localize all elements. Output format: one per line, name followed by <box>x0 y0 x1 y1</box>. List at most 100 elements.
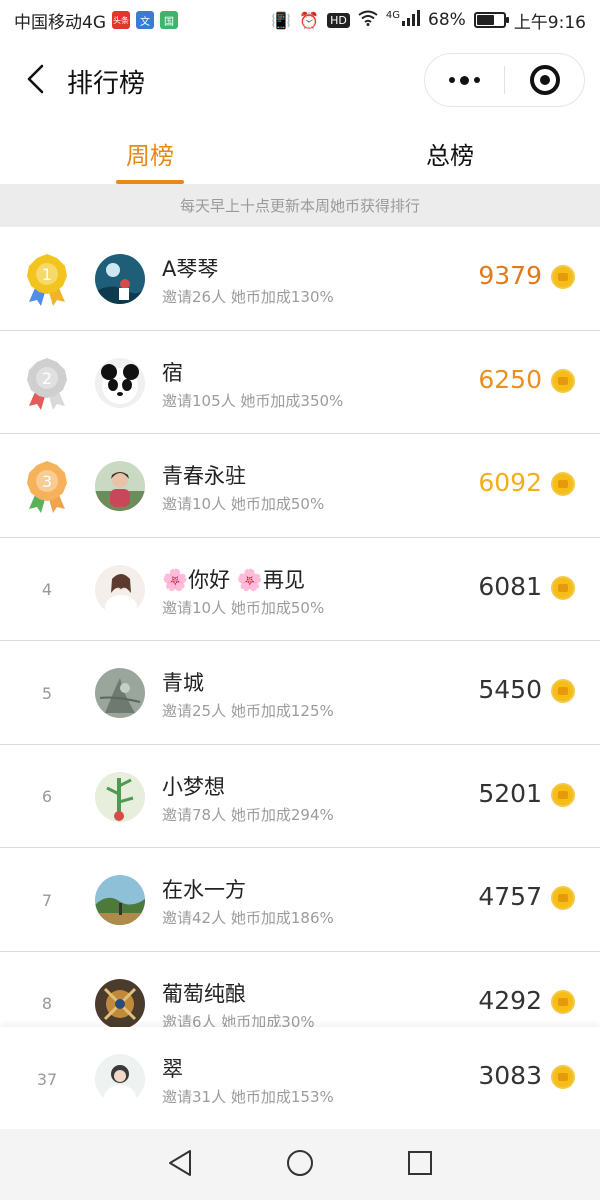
app-badge-icon: 头条 <box>112 11 130 29</box>
carrier-label: 中国移动4G <box>14 12 106 33</box>
wifi-icon <box>358 10 378 30</box>
score: 6081 <box>478 571 542 601</box>
system-back-button[interactable] <box>160 1145 200 1185</box>
back-button[interactable] <box>20 64 50 98</box>
avatar <box>95 978 145 1027</box>
clock: 上午9:16 <box>513 12 586 33</box>
vibrate-icon: 📳 <box>271 10 292 30</box>
coin-icon <box>551 368 575 393</box>
ranking-row[interactable]: 5 青城邀请25人 她币加成125% 5450 <box>0 641 600 745</box>
avatar <box>95 461 145 511</box>
navigation-bar: 排行榜 <box>0 40 600 122</box>
coin-icon <box>551 472 575 496</box>
signal-icon <box>402 9 421 31</box>
battery-icon <box>473 12 509 28</box>
score: 5450 <box>478 675 542 704</box>
coin-icon <box>551 679 575 703</box>
more-button[interactable] <box>425 54 504 106</box>
avatar <box>95 254 145 304</box>
circle-home-icon <box>286 1149 314 1181</box>
invite-detail: 邀请42人 她币加成186% <box>162 909 334 927</box>
my-rank-row[interactable]: 37 翠 邀请31人 她币加成153% 3083 <box>0 1027 600 1129</box>
score: 9379 <box>478 261 542 290</box>
avatar <box>95 668 145 718</box>
user-name: 葡萄纯酿 <box>162 981 246 1006</box>
score: 6092 <box>478 468 542 497</box>
invite-detail: 邀请25人 她币加成125% <box>162 702 334 720</box>
tab-weekly[interactable]: 周榜 <box>0 122 300 184</box>
rank-number: 8 <box>41 994 53 1013</box>
status-bar: 中国移动4G 头条 文 国 📳 ⏰ HD 4G 68% 上午9:16 <box>0 0 600 40</box>
coin-icon <box>551 1065 575 1089</box>
network-type: 4G <box>385 9 401 21</box>
rank-number: 7 <box>41 890 53 910</box>
tab-total[interactable]: 总榜 <box>300 122 600 184</box>
ranking-row[interactable]: 7 在水一方邀请42人 她币加成186% 4757 <box>0 848 600 952</box>
invite-detail: 邀请26人 她币加成130% <box>162 288 334 306</box>
rank-number: 2 <box>42 369 52 388</box>
close-miniprogram-button[interactable] <box>505 54 584 106</box>
user-name: A琴琴 <box>162 257 219 281</box>
triangle-back-icon <box>167 1149 193 1181</box>
ranking-tabs: 周榜 总榜 <box>0 122 600 184</box>
square-recents-icon <box>407 1150 433 1180</box>
ranking-list[interactable]: 1 A琴琴邀请26人 她币加成130% 9379 2 宿邀请105人 她币加成350% 6… <box>0 227 600 1027</box>
score: 3083 <box>478 1061 542 1090</box>
page-title: 排行榜 <box>67 69 146 99</box>
more-icon <box>449 75 480 85</box>
avatar <box>95 875 145 925</box>
score: 6250 <box>478 364 542 394</box>
invite-detail: 邀请78人 她币加成294% <box>162 805 334 824</box>
user-name: 宿 <box>162 360 183 385</box>
avatar <box>95 771 145 822</box>
coin-icon <box>551 575 575 600</box>
invite-detail: 邀请10人 她币加成50% <box>162 495 325 513</box>
target-icon <box>529 65 560 95</box>
medal-icon: 1 <box>22 253 72 306</box>
ranking-row[interactable]: 1 A琴琴邀请26人 她币加成130% 9379 <box>0 227 600 331</box>
miniprogram-capsule <box>424 53 585 107</box>
ranking-row[interactable]: 4 🌸你好 🌸再见邀请10人 她币加成50% 6081 <box>0 537 600 641</box>
app-badge-icon: 文 <box>136 11 154 29</box>
invite-detail: 邀请105人 她币加成350% <box>162 391 344 410</box>
app-badge-icon: 国 <box>160 11 178 29</box>
user-name: 小梦想 <box>162 774 225 799</box>
user-name: 在水一方 <box>162 878 246 902</box>
coin-icon <box>551 265 575 289</box>
coin-icon <box>551 886 575 910</box>
invite-detail: 邀请31人 她币加成153% <box>162 1088 334 1106</box>
user-name: 翠 <box>162 1057 183 1081</box>
system-navigation-bar <box>0 1129 600 1200</box>
invite-detail: 邀请6人 她币加成30% <box>162 1012 315 1028</box>
rank-number: 6 <box>41 787 53 806</box>
avatar <box>95 1054 145 1104</box>
hd-icon: HD <box>327 12 350 28</box>
user-name: 青城 <box>162 671 204 695</box>
ranking-row[interactable]: 8 葡萄纯酿邀请6人 她币加成30% 4292 <box>0 951 600 1028</box>
score: 4292 <box>478 985 542 1015</box>
system-recents-button[interactable] <box>400 1145 440 1185</box>
avatar <box>95 357 145 408</box>
medal-icon: 3 <box>22 460 72 513</box>
ranking-row[interactable]: 3 青春永驻邀请10人 她币加成50% 6092 <box>0 434 600 538</box>
coin-icon <box>551 989 575 1014</box>
rank-number: 1 <box>42 265 52 284</box>
score: 4757 <box>478 882 542 911</box>
chevron-left-icon <box>26 64 44 98</box>
alarm-icon: ⏰ <box>299 10 320 30</box>
invite-detail: 邀请10人 她币加成50% <box>162 598 325 617</box>
user-name: 青春永驻 <box>162 464 246 488</box>
medal-icon: 2 <box>22 357 72 410</box>
avatar <box>95 564 145 615</box>
rank-number: 3 <box>42 472 52 491</box>
score: 5201 <box>478 778 542 808</box>
ranking-row[interactable]: 2 宿邀请105人 她币加成350% 6250 <box>0 330 600 434</box>
user-name: 🌸你好 🌸再见 <box>162 567 305 592</box>
rank-number: 4 <box>41 580 53 599</box>
battery-percent: 68% <box>428 10 466 30</box>
rank-number: 5 <box>41 683 53 703</box>
rank-number: 37 <box>36 1069 58 1089</box>
ranking-row[interactable]: 6 小梦想邀请78人 她币加成294% 5201 <box>0 744 600 848</box>
coin-icon <box>551 782 575 807</box>
system-home-button[interactable] <box>280 1145 320 1185</box>
